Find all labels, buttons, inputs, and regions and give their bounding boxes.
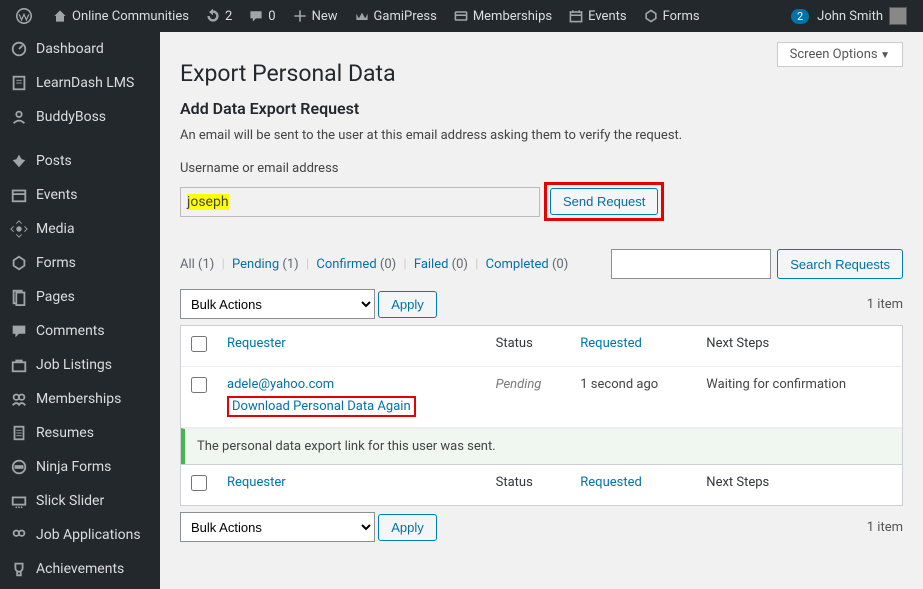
wp-logo[interactable] — [8, 0, 44, 32]
status-filters: All (1) | Pending (1) | Confirmed (0) | … — [180, 257, 568, 272]
search-input[interactable] — [611, 249, 771, 279]
section-description: An email will be sent to the user at thi… — [180, 128, 903, 143]
filter-confirmed[interactable]: Confirmed — [316, 257, 376, 272]
sidebar-item-events[interactable]: Events — [0, 178, 160, 212]
nextsteps-value: Waiting for confirmation — [696, 366, 902, 427]
send-request-button[interactable]: Send Request — [550, 188, 658, 215]
col-status-foot: Status — [486, 464, 571, 505]
sidebar-item-joblistings[interactable]: Job Listings — [0, 348, 160, 382]
sidebar-item-dashboard[interactable]: Dashboard — [0, 32, 160, 66]
bulk-actions-select-top[interactable]: Bulk Actions — [180, 289, 375, 319]
ab-events[interactable]: Events — [560, 0, 634, 32]
trophy-icon — [10, 560, 28, 578]
download-data-link[interactable]: Download Personal Data Again — [232, 399, 411, 414]
sidebar-item-comments[interactable]: Comments — [0, 314, 160, 348]
admin-bar: Online Communities 2 0 New GamiPress Mem… — [0, 0, 923, 32]
new-content[interactable]: New — [284, 0, 346, 32]
username-email-input[interactable]: joseph — [180, 187, 540, 217]
card-icon — [453, 8, 469, 24]
comment-icon — [248, 8, 264, 24]
sidebar-item-learndash[interactable]: LearnDash LMS — [0, 66, 160, 100]
sidebar-item-slickslider[interactable]: Slick Slider — [0, 484, 160, 518]
success-notice: The personal data export link for this u… — [181, 428, 902, 464]
col-status: Status — [486, 326, 571, 366]
row-checkbox[interactable] — [191, 377, 207, 393]
requested-value: 1 second ago — [570, 366, 696, 427]
briefcase-icon — [10, 356, 28, 374]
section-title: Add Data Export Request — [180, 99, 903, 118]
apply-button-bottom[interactable]: Apply — [378, 514, 437, 541]
sidebar-item-media[interactable]: Media — [0, 212, 160, 246]
updates[interactable]: 2 — [197, 0, 240, 32]
sidebar-item-posts[interactable]: Posts — [0, 144, 160, 178]
sidebar-item-resumes[interactable]: Resumes — [0, 416, 160, 450]
filter-all[interactable]: All (1) — [180, 257, 214, 272]
sidebar-item-buddyboss[interactable]: BuddyBoss — [0, 100, 160, 134]
hex-icon — [10, 254, 28, 272]
main-content: Screen Options Export Personal Data Add … — [160, 32, 923, 589]
sidebar-item-achievements[interactable]: Achievements — [0, 552, 160, 586]
plus-icon — [292, 8, 308, 24]
calendar-icon — [10, 186, 28, 204]
sidebar-item-memberships[interactable]: Memberships — [0, 382, 160, 416]
status-value: Pending — [496, 377, 542, 392]
items-count-top: 1 item — [867, 297, 903, 312]
site-name[interactable]: Online Communities — [44, 0, 197, 32]
learndash-icon — [10, 74, 28, 92]
crown-icon — [354, 8, 370, 24]
screen-options-button[interactable]: Screen Options — [777, 42, 903, 67]
ab-gamipress[interactable]: GamiPress — [346, 0, 445, 32]
pin-icon — [10, 152, 28, 170]
filter-pending[interactable]: Pending — [232, 257, 279, 272]
col-nextsteps: Next Steps — [696, 326, 902, 366]
home-icon — [52, 8, 68, 24]
comment-icon — [10, 322, 28, 340]
col-requester[interactable]: Requester — [217, 326, 486, 366]
sidebar-item-ninjaforms[interactable]: Ninja Forms — [0, 450, 160, 484]
apply-button-top[interactable]: Apply — [378, 291, 437, 318]
items-count-bottom: 1 item — [867, 520, 903, 535]
hex-icon — [643, 8, 659, 24]
filter-failed[interactable]: Failed — [414, 257, 449, 272]
ab-memberships[interactable]: Memberships — [445, 0, 560, 32]
highlight-annotation: Download Personal Data Again — [227, 396, 416, 417]
highlight-annotation: Send Request — [544, 182, 664, 221]
doc-icon — [10, 424, 28, 442]
table-row: adele@yahoo.com Download Personal Data A… — [181, 366, 902, 427]
ab-forms[interactable]: Forms — [635, 0, 708, 32]
requester-link[interactable]: adele@yahoo.com — [227, 377, 334, 392]
page-icon — [10, 288, 28, 306]
filter-completed[interactable]: Completed — [486, 257, 549, 272]
col-nextsteps-foot: Next Steps — [696, 464, 902, 505]
search-requests-button[interactable]: Search Requests — [777, 249, 903, 279]
buddyboss-icon — [10, 108, 28, 126]
bulk-actions-select-bottom[interactable]: Bulk Actions — [180, 512, 375, 542]
user-notification-badge[interactable]: 2 — [791, 9, 809, 24]
admin-sidebar: Dashboard LearnDash LMS BuddyBoss Posts … — [0, 32, 160, 589]
refresh-icon — [205, 8, 221, 24]
col-requested[interactable]: Requested — [570, 326, 696, 366]
requests-table: Requester Status Requested Next Steps ad… — [180, 325, 903, 506]
sidebar-item-forms[interactable]: Forms — [0, 246, 160, 280]
sidebar-item-jobapps[interactable]: Job Applications — [0, 518, 160, 552]
col-requester-foot[interactable]: Requester — [217, 464, 486, 505]
media-icon — [10, 220, 28, 238]
wordpress-icon — [16, 8, 32, 24]
groups-icon — [10, 390, 28, 408]
slider-icon — [10, 492, 28, 510]
ninja-icon — [10, 458, 28, 476]
user-menu[interactable]: John Smith — [809, 0, 915, 32]
select-all-bottom[interactable] — [191, 475, 207, 491]
comments-bubble[interactable]: 0 — [240, 0, 283, 32]
sidebar-item-pages[interactable]: Pages — [0, 280, 160, 314]
select-all-top[interactable] — [191, 336, 207, 352]
dashboard-icon — [10, 40, 28, 58]
avatar — [889, 7, 907, 25]
col-requested-foot[interactable]: Requested — [570, 464, 696, 505]
calendar-icon — [568, 8, 584, 24]
field-label: Username or email address — [180, 161, 903, 176]
groups-icon — [10, 526, 28, 544]
